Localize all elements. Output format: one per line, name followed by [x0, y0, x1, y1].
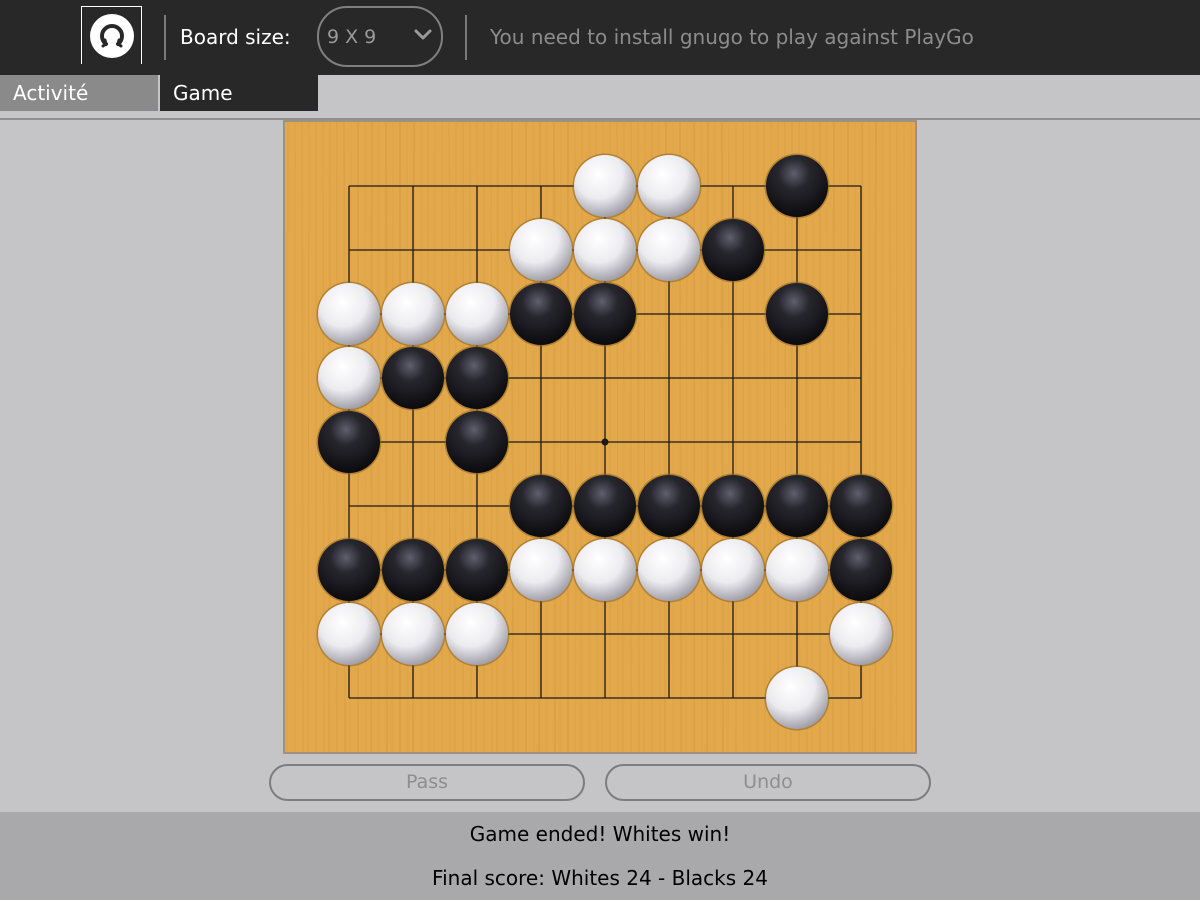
white-stone — [446, 603, 508, 665]
black-stone — [446, 347, 508, 409]
game-result-message: Game ended! Whites win! — [469, 822, 731, 846]
black-stone — [638, 475, 700, 537]
white-stone — [766, 539, 828, 601]
wood-grain — [622, 122, 625, 752]
white-stone — [382, 283, 444, 345]
activity-button[interactable] — [81, 6, 142, 64]
white-stone — [702, 539, 764, 601]
board-size-select[interactable]: 9 X 9 — [317, 6, 443, 67]
wood-grain — [553, 122, 556, 752]
black-stone — [382, 347, 444, 409]
toolbar-separator — [164, 15, 166, 60]
wood-grain — [637, 122, 640, 752]
white-stone — [830, 603, 892, 665]
white-stone — [574, 539, 636, 601]
black-stone — [702, 475, 764, 537]
go-board[interactable] — [283, 120, 917, 754]
star-point — [601, 438, 609, 446]
black-stone — [318, 411, 380, 473]
wood-grain — [385, 122, 388, 752]
black-stone — [318, 539, 380, 601]
white-stone — [318, 347, 380, 409]
final-score: Final score: Whites 24 - Blacks 24 — [432, 866, 768, 890]
black-stone — [510, 475, 572, 537]
playgo-activity-icon — [89, 13, 134, 58]
wood-grain — [832, 122, 835, 752]
wood-grain — [706, 122, 709, 752]
undo-button[interactable]: Undo — [605, 764, 931, 801]
wood-grain — [301, 122, 304, 752]
black-stone — [510, 283, 572, 345]
white-stone — [638, 539, 700, 601]
black-stone — [446, 539, 508, 601]
white-stone — [510, 219, 572, 281]
black-stone — [830, 475, 892, 537]
wood-grain — [286, 122, 289, 752]
wood-grain — [580, 122, 583, 752]
black-stone — [702, 219, 764, 281]
board-size-label: Board size: — [180, 25, 291, 49]
wood-grain — [721, 122, 724, 752]
chevron-down-icon — [414, 29, 432, 40]
white-stone — [638, 155, 700, 217]
tab-bar: Activité Game — [0, 75, 1200, 119]
black-stone — [766, 475, 828, 537]
wood-grain — [538, 122, 541, 752]
wood-grain — [889, 122, 892, 752]
white-stone — [318, 283, 380, 345]
white-stone — [382, 603, 444, 665]
black-stone — [446, 411, 508, 473]
go-board-canvas[interactable] — [285, 122, 915, 752]
black-stone — [830, 539, 892, 601]
black-stone — [382, 539, 444, 601]
white-stone — [446, 283, 508, 345]
white-stone — [318, 603, 380, 665]
tab-activity[interactable]: Activité — [0, 75, 158, 111]
board-size-value: 9 X 9 — [327, 26, 377, 48]
white-stone — [766, 667, 828, 729]
toolbar-separator — [465, 15, 467, 60]
black-stone — [574, 475, 636, 537]
wood-grain — [511, 122, 514, 752]
white-stone — [638, 219, 700, 281]
pass-button[interactable]: Pass — [269, 764, 585, 801]
status-message: You need to install gnugo to play agains… — [490, 25, 974, 49]
black-stone — [766, 155, 828, 217]
wood-grain — [763, 122, 766, 752]
wood-grain — [748, 122, 751, 752]
toolbar: Board size: 9 X 9 You need to install gn… — [0, 0, 1200, 75]
white-stone — [574, 219, 636, 281]
black-stone — [574, 283, 636, 345]
black-stone — [766, 283, 828, 345]
tab-game[interactable]: Game — [160, 75, 318, 111]
white-stone — [574, 155, 636, 217]
white-stone — [510, 539, 572, 601]
